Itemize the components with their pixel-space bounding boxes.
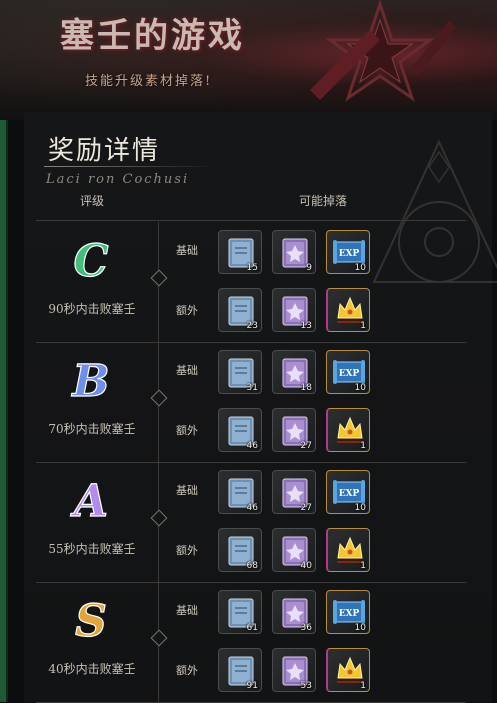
- grade-letter-icon: S: [75, 595, 108, 647]
- basic-purple-book-item[interactable]: 9: [272, 230, 316, 274]
- diamond-marker-icon: [150, 389, 168, 407]
- basic-label: 基础: [176, 484, 198, 497]
- svg-text:B: B: [70, 356, 109, 407]
- extra-crown-item[interactable]: 1: [326, 408, 370, 452]
- item-quantity: 53: [300, 681, 312, 691]
- extra-label: 额外: [176, 664, 198, 677]
- item-quantity: 40: [300, 561, 312, 571]
- extra-crown-item[interactable]: 1: [326, 648, 370, 692]
- svg-text:C: C: [73, 236, 108, 287]
- grade-condition: 55秒内击败塞壬: [48, 542, 136, 556]
- item-quantity: 1: [360, 441, 366, 451]
- event-banner[interactable]: 塞壬的游戏 技能升级素材掉落!: [0, 0, 497, 120]
- item-quantity: 1: [360, 681, 366, 691]
- extra-blue-book-item[interactable]: 46: [218, 408, 262, 452]
- svg-text:EXP: EXP: [339, 369, 360, 379]
- item-quantity: 36: [300, 623, 312, 633]
- tier-row-a: A 55秒内击败塞壬 基础 额外 46 27 EXP 10 68 40 1: [36, 462, 466, 583]
- diamond-marker-icon: [150, 509, 168, 527]
- grade-condition: 70秒内击败塞壬: [48, 422, 136, 436]
- svg-text:S: S: [75, 596, 107, 647]
- grade-letter-icon: B: [70, 355, 110, 407]
- grade-letter-icon: A: [69, 475, 108, 527]
- basic-blue-book-item[interactable]: 46: [218, 470, 262, 514]
- basic-label: 基础: [176, 244, 198, 257]
- item-quantity: 10: [354, 503, 366, 513]
- basic-blue-book-item[interactable]: 15: [218, 230, 262, 274]
- extra-blue-book-item[interactable]: 68: [218, 528, 262, 572]
- extra-crown-item[interactable]: 1: [326, 288, 370, 332]
- extra-label: 额外: [176, 424, 198, 437]
- svg-text:A: A: [70, 476, 108, 527]
- tier-row-b: B 70秒内击败塞壬 基础 额外 31 18 EXP 10 46 27 1: [36, 342, 466, 463]
- banner-subtitle: 技能升级素材掉落!: [85, 74, 213, 89]
- panel-title: 奖励详情: [48, 136, 161, 166]
- basic-purple-book-item[interactable]: 36: [272, 590, 316, 634]
- header-divider: [36, 220, 466, 221]
- reward-details-panel: 奖励详情 Laci ron Cochusi 评级 可能掉落 C 90秒内击败塞壬…: [24, 112, 497, 703]
- grade-badge: A 55秒内击败塞壬: [36, 472, 146, 556]
- item-quantity: 10: [354, 623, 366, 633]
- svg-text:EXP: EXP: [339, 489, 360, 499]
- grade-badge: S 40秒内击败塞壬: [36, 592, 146, 676]
- item-quantity: 46: [246, 503, 258, 513]
- item-quantity: 1: [360, 561, 366, 571]
- basic-exp-scroll-item[interactable]: EXP 10: [326, 470, 370, 514]
- grade-condition: 90秒内击败塞壬: [48, 302, 136, 316]
- item-quantity: 68: [246, 561, 258, 571]
- tier-row-s: S 40秒内击败塞壬 基础 额外 61 36 EXP 10 91 53 1: [36, 582, 466, 703]
- item-quantity: 27: [300, 441, 312, 451]
- grade-letter-icon: C: [73, 235, 109, 287]
- grade-badge: B 70秒内击败塞壬: [36, 352, 146, 436]
- diamond-marker-icon: [150, 629, 168, 647]
- extra-blue-book-item[interactable]: 91: [218, 648, 262, 692]
- basic-blue-book-item[interactable]: 31: [218, 350, 262, 394]
- item-quantity: 46: [246, 441, 258, 451]
- item-quantity: 10: [354, 383, 366, 393]
- extra-label: 额外: [176, 544, 198, 557]
- star-emblem-icon: [310, 0, 456, 102]
- extra-purple-book-item[interactable]: 13: [272, 288, 316, 332]
- item-quantity: 23: [246, 321, 258, 331]
- svg-text:EXP: EXP: [339, 609, 360, 619]
- diamond-marker-icon: [150, 269, 168, 287]
- grade-column-header: 评级: [80, 194, 105, 208]
- item-quantity: 61: [246, 623, 258, 633]
- item-quantity: 15: [246, 263, 258, 273]
- grade-condition: 40秒内击败塞壬: [48, 662, 136, 676]
- extra-label: 额外: [176, 304, 198, 317]
- basic-purple-book-item[interactable]: 27: [272, 470, 316, 514]
- panel-subtitle: Laci ron Cochusi: [46, 172, 190, 187]
- extra-crown-item[interactable]: 1: [326, 528, 370, 572]
- drops-column-header: 可能掉落: [299, 194, 348, 208]
- basic-blue-book-item[interactable]: 61: [218, 590, 262, 634]
- extra-purple-book-item[interactable]: 53: [272, 648, 316, 692]
- extra-purple-book-item[interactable]: 40: [272, 528, 316, 572]
- extra-purple-book-item[interactable]: 27: [272, 408, 316, 452]
- item-quantity: 27: [300, 503, 312, 513]
- basic-exp-scroll-item[interactable]: EXP 10: [326, 230, 370, 274]
- item-quantity: 18: [300, 383, 312, 393]
- grade-badge: C 90秒内击败塞壬: [36, 232, 146, 316]
- tier-row-c: C 90秒内击败塞壬 基础 额外 15 9 EXP 10 23 13 1: [36, 222, 466, 343]
- item-quantity: 10: [354, 263, 366, 273]
- extra-blue-book-item[interactable]: 23: [218, 288, 262, 332]
- basic-label: 基础: [176, 364, 198, 377]
- basic-label: 基础: [176, 604, 198, 617]
- item-quantity: 91: [246, 681, 258, 691]
- basic-exp-scroll-item[interactable]: EXP 10: [326, 590, 370, 634]
- item-quantity: 31: [246, 383, 258, 393]
- basic-purple-book-item[interactable]: 18: [272, 350, 316, 394]
- item-quantity: 13: [300, 321, 312, 331]
- item-quantity: 1: [360, 321, 366, 331]
- basic-exp-scroll-item[interactable]: EXP 10: [326, 350, 370, 394]
- item-quantity: 9: [306, 263, 312, 273]
- banner-title: 塞壬的游戏: [60, 16, 245, 56]
- svg-text:EXP: EXP: [339, 249, 360, 259]
- title-divider: [44, 166, 214, 167]
